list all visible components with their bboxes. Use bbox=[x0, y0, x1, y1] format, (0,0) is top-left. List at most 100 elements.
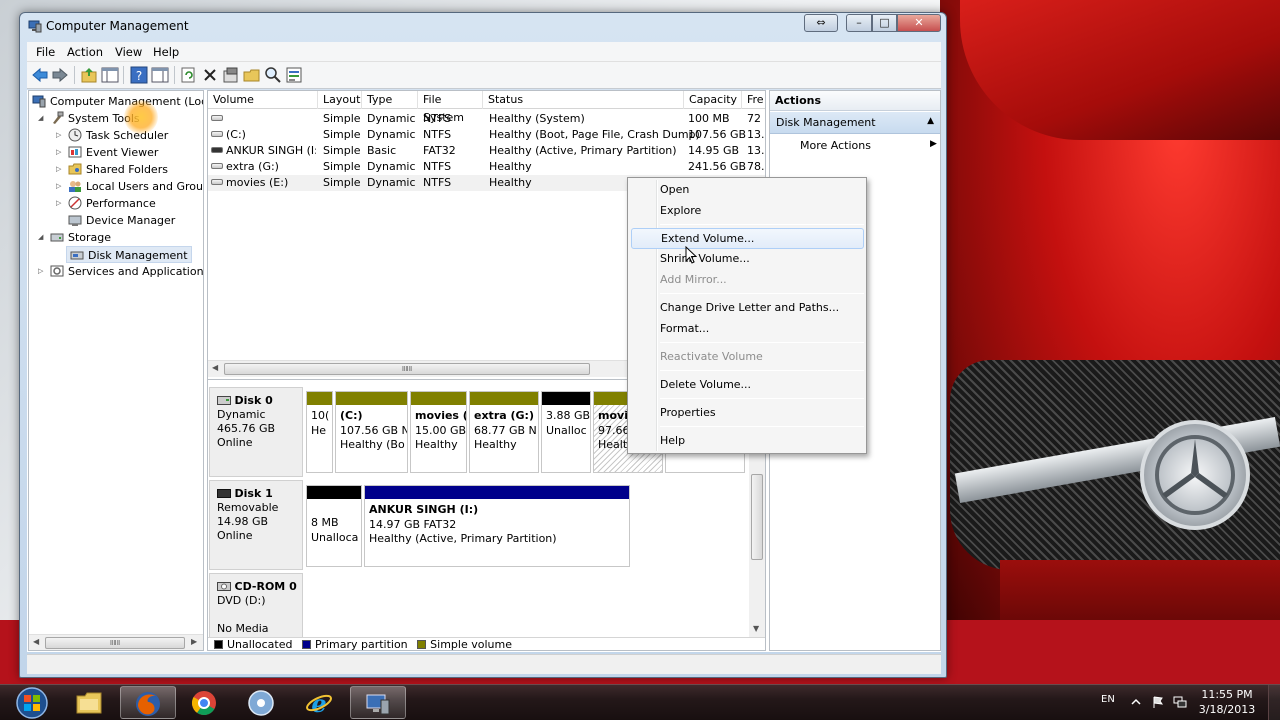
properties-icon[interactable] bbox=[222, 66, 240, 84]
volume-row[interactable]: ANKUR SINGH (I:) Simple Basic FAT32 Heal… bbox=[208, 143, 765, 159]
rescan-icon[interactable] bbox=[285, 66, 303, 84]
column-capacity[interactable]: Capacity bbox=[684, 91, 742, 109]
cdrom-0-label[interactable]: CD-ROM 0 DVD (D:) No Media bbox=[209, 573, 303, 638]
expand-arrow-icon[interactable]: ▷ bbox=[56, 199, 61, 207]
tree-item-task-scheduler[interactable]: Task Scheduler bbox=[68, 127, 168, 144]
up-folder-icon[interactable] bbox=[80, 66, 98, 84]
forward-arrow-icon[interactable] bbox=[51, 66, 69, 84]
menu-item-extend-volume[interactable]: Extend Volume... bbox=[631, 228, 864, 249]
menu-item-delete-volume[interactable]: Delete Volume... bbox=[631, 374, 864, 395]
taskbar-internet-explorer[interactable]: e bbox=[292, 686, 348, 719]
show-hide-tree-icon[interactable] bbox=[101, 66, 119, 84]
language-indicator[interactable]: EN bbox=[1101, 694, 1115, 705]
expand-arrow-icon[interactable]: ▷ bbox=[56, 131, 61, 139]
resize-swap-button[interactable]: ⇔ bbox=[804, 14, 838, 32]
menu-view[interactable]: View bbox=[115, 45, 142, 59]
legend-primary: Primary partition bbox=[314, 638, 408, 651]
menu-help[interactable]: Help bbox=[153, 45, 179, 59]
show-hidden-icons-icon[interactable] bbox=[1129, 695, 1143, 709]
menu-item-explore[interactable]: Explore bbox=[631, 200, 864, 221]
menu-file[interactable]: File bbox=[36, 45, 55, 59]
maximize-button[interactable]: □ bbox=[872, 14, 897, 32]
refresh-icon[interactable] bbox=[180, 66, 198, 84]
scroll-right-icon[interactable]: ▶ bbox=[191, 637, 197, 646]
taskbar-explorer[interactable] bbox=[62, 686, 118, 719]
tree-item-storage[interactable]: Storage bbox=[50, 229, 111, 246]
close-button[interactable]: ✕ bbox=[897, 14, 941, 32]
taskbar-chrome[interactable] bbox=[177, 686, 233, 719]
action-center-flag-icon[interactable] bbox=[1151, 695, 1165, 709]
menu-item-open[interactable]: Open bbox=[631, 179, 864, 200]
volume-row[interactable]: extra (G:) Simple Dynamic NTFS Healthy 2… bbox=[208, 159, 765, 175]
collapse-arrow-icon[interactable]: ◢ bbox=[38, 114, 43, 122]
scroll-thumb[interactable]: ⅡⅡⅡ bbox=[224, 363, 590, 375]
menu-action[interactable]: Action bbox=[67, 45, 103, 59]
more-actions-item[interactable]: More Actions bbox=[800, 139, 871, 152]
menu-separator bbox=[660, 224, 864, 225]
column-volume[interactable]: Volume bbox=[208, 91, 318, 109]
actions-section-disk-management[interactable]: Disk Management ▲ bbox=[770, 112, 940, 134]
tree-item-performance[interactable]: Performance bbox=[68, 195, 156, 212]
collapse-arrow-icon[interactable]: ◢ bbox=[38, 233, 43, 241]
expand-arrow-icon[interactable]: ▷ bbox=[56, 148, 61, 156]
scroll-left-icon[interactable]: ◀ bbox=[33, 637, 39, 646]
menu-item-format[interactable]: Format... bbox=[631, 318, 864, 339]
partition-movies[interactable]: movies (15.00 GB Healthy bbox=[410, 391, 467, 473]
menu-separator bbox=[660, 293, 864, 294]
clock-date[interactable]: 3/18/2013 bbox=[1196, 703, 1258, 716]
menu-item-change-drive-letter[interactable]: Change Drive Letter and Paths... bbox=[631, 297, 864, 318]
scroll-thumb[interactable]: ⅡⅡⅡ bbox=[45, 637, 185, 649]
column-layout[interactable]: Layout bbox=[318, 91, 362, 109]
clock-time[interactable]: 11:55 PM bbox=[1196, 688, 1258, 701]
tree-item-services-applications[interactable]: Services and Applications bbox=[50, 263, 203, 280]
collapse-up-icon[interactable]: ▲ bbox=[927, 116, 934, 126]
open-icon[interactable] bbox=[243, 66, 261, 84]
volume-row[interactable]: (C:) Simple Dynamic NTFS Healthy (Boot, … bbox=[208, 127, 765, 143]
volume-row[interactable]: Simple Dynamic NTFS Healthy (System) 100… bbox=[208, 111, 765, 127]
back-arrow-icon[interactable] bbox=[31, 66, 49, 84]
tree-item-shared-folders[interactable]: Shared Folders bbox=[68, 161, 168, 178]
network-icon[interactable] bbox=[1173, 695, 1187, 709]
partition-unallocated[interactable]: 8 MB Unalloca bbox=[306, 485, 362, 567]
taskbar-computer-management[interactable] bbox=[350, 686, 406, 719]
tree-horizontal-scrollbar[interactable]: ◀ ⅡⅡⅡ ▶ bbox=[29, 634, 203, 650]
partition-size: 10( bbox=[311, 409, 330, 422]
menu-item-properties[interactable]: Properties bbox=[631, 402, 864, 423]
partition-ankur-singh[interactable]: ANKUR SINGH (I:) 14.97 GB FAT32 Healthy (A… bbox=[364, 485, 630, 567]
taskbar-media-player[interactable] bbox=[234, 686, 290, 719]
expand-arrow-icon[interactable]: ▷ bbox=[38, 267, 43, 275]
partition-extra-g[interactable]: extra (G:) 68.77 GB N Healthy bbox=[469, 391, 539, 473]
partition-system[interactable]: 10(He bbox=[306, 391, 333, 473]
partition-unallocated[interactable]: 3.88 GB Unalloc bbox=[541, 391, 591, 473]
menu-item-help[interactable]: Help bbox=[631, 430, 864, 451]
start-button-icon[interactable] bbox=[8, 685, 56, 720]
partition-c[interactable]: (C:) 107.56 GB N Healthy (Bo bbox=[335, 391, 408, 473]
expand-arrow-icon[interactable]: ▷ bbox=[56, 165, 61, 173]
help-icon[interactable]: ? bbox=[130, 66, 148, 84]
show-desktop-button[interactable] bbox=[1268, 685, 1280, 720]
column-file-system[interactable]: File System bbox=[418, 91, 483, 124]
column-type[interactable]: Type bbox=[362, 91, 418, 109]
disk-1-label[interactable]: Disk 1 Removable 14.98 GB Online bbox=[209, 480, 303, 570]
tree-label: Local Users and Groups bbox=[86, 180, 204, 193]
disk-0-label[interactable]: Disk 0 Dynamic 465.76 GB Online bbox=[209, 387, 303, 477]
minimize-button[interactable]: – bbox=[846, 14, 872, 32]
menu-item-shrink-volume[interactable]: Shrink Volume... bbox=[631, 248, 864, 269]
details-icon[interactable] bbox=[151, 66, 169, 84]
scroll-down-icon[interactable]: ▼ bbox=[753, 624, 759, 633]
tree-item-disk-management[interactable]: Disk Management bbox=[66, 246, 192, 263]
scroll-thumb[interactable] bbox=[751, 474, 763, 560]
volume-layout: Simple bbox=[323, 144, 361, 157]
tree-item-device-manager[interactable]: Device Manager bbox=[68, 212, 175, 229]
search-icon[interactable] bbox=[264, 66, 282, 84]
delete-icon[interactable] bbox=[201, 66, 219, 84]
expand-arrow-icon[interactable]: ▷ bbox=[56, 182, 61, 190]
taskbar-firefox[interactable] bbox=[120, 686, 176, 719]
tree-item-local-users[interactable]: Local Users and Groups bbox=[68, 178, 204, 195]
tree-item-computer-management[interactable]: Computer Management (Local bbox=[32, 93, 203, 110]
tree-item-event-viewer[interactable]: Event Viewer bbox=[68, 144, 158, 161]
scroll-left-icon[interactable]: ◀ bbox=[212, 363, 218, 372]
title-bar[interactable]: Computer Management ⇔ – □ ✕ bbox=[20, 13, 946, 41]
column-free[interactable]: Fre bbox=[742, 91, 765, 109]
column-status[interactable]: Status bbox=[483, 91, 684, 109]
